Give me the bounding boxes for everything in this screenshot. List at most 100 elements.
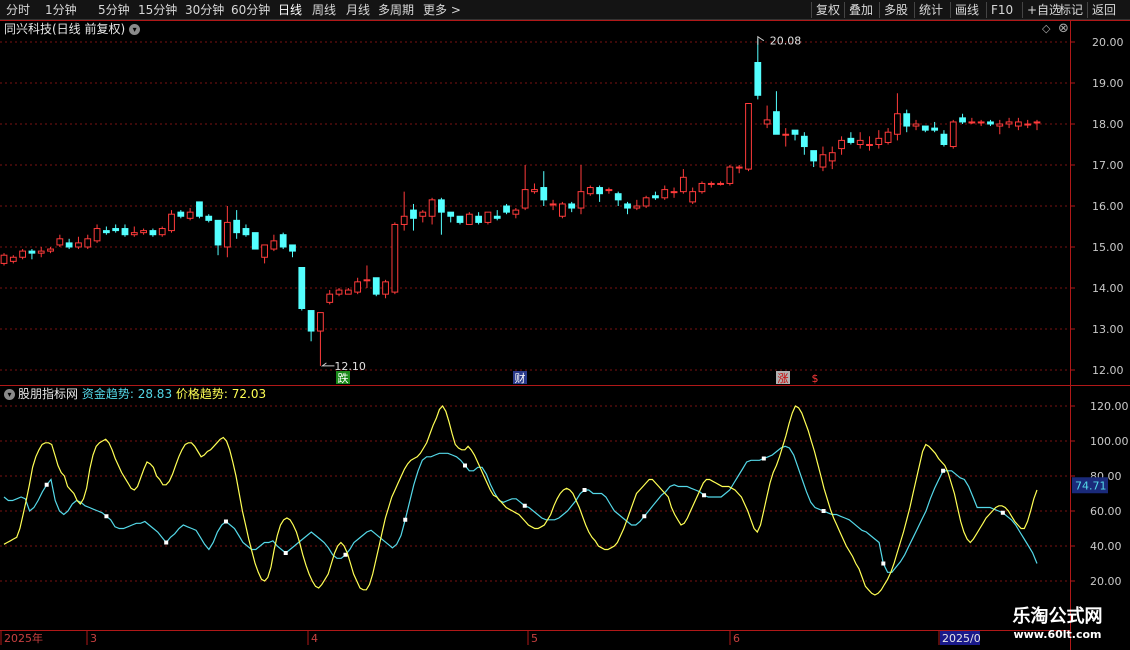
- price-tick-label: 12.00: [1092, 364, 1124, 377]
- candle-body: [391, 223, 399, 293]
- indicator-line: [3, 405, 1038, 596]
- candle-body: [847, 137, 855, 143]
- candle-body: [438, 199, 445, 213]
- price-axis: 12.00 13.00 14.00 15.00 16.00 17.00 18.00 19.00…: [1070, 36, 1129, 588]
- candle-body: [177, 211, 185, 217]
- candle-body: [596, 187, 603, 195]
- price-trend-label: 价格趋势:: [175, 387, 228, 401]
- candle-body: [670, 191, 678, 194]
- indicator-marker: [104, 514, 109, 519]
- candle-body: [121, 228, 129, 236]
- price-trend-value: 72.03: [231, 387, 267, 401]
- candle-body: [894, 113, 901, 135]
- candle-body: [158, 228, 166, 236]
- candle-body: [791, 129, 799, 135]
- indicator-marker: [403, 517, 408, 522]
- price-tick-label: 20.00: [1092, 36, 1124, 49]
- candle-body: [140, 230, 147, 234]
- watermark: 乐淘公式网 www.60lt.com: [990, 606, 1125, 642]
- indicator-marker: [582, 488, 587, 492]
- candle-body: [531, 189, 538, 193]
- high-price-label: 20.08: [770, 35, 802, 48]
- candle-body: [521, 189, 529, 209]
- candle-body: [745, 103, 752, 170]
- candle-body: [84, 238, 92, 248]
- candle-body: [717, 182, 724, 185]
- candle-body: [512, 209, 520, 215]
- candle-body: [586, 187, 594, 195]
- candle-body: [93, 228, 101, 242]
- candle-body: [828, 152, 836, 162]
- candle-body: [130, 232, 138, 236]
- high-marker: [757, 35, 765, 45]
- low-marker: [320, 362, 335, 367]
- indicator-tick-label: 60.00: [1090, 505, 1122, 518]
- price-tick-label: 13.00: [1092, 323, 1124, 336]
- candle-body: [959, 117, 966, 123]
- candle-body: [987, 121, 994, 125]
- candle-body: [819, 154, 827, 168]
- candle-body: [921, 125, 929, 131]
- candle-body: [484, 211, 492, 223]
- candlestick-series: 20.08 12.10跌 财 涨 $: [0, 35, 1041, 385]
- candle-body: [102, 230, 110, 234]
- candle-body: [503, 205, 510, 213]
- watermark-url: www.60lt.com: [1013, 628, 1102, 641]
- candle-body: [1015, 121, 1022, 127]
- event-marker-label: $: [812, 372, 819, 385]
- event-marker-label: 财: [515, 371, 526, 385]
- candle-body: [931, 127, 939, 131]
- candle-body: [782, 133, 790, 136]
- indicator-name: 股朋指标网: [18, 387, 79, 401]
- grid-layer: [0, 20, 1130, 650]
- candle-body: [875, 137, 883, 146]
- time-label: 5: [531, 632, 538, 645]
- candle-body: [37, 250, 45, 254]
- candle-body: [344, 289, 352, 295]
- candle-body: [19, 250, 26, 258]
- candle-body: [903, 113, 911, 127]
- event-marker-label: 涨: [778, 372, 789, 385]
- candle-body: [558, 203, 566, 217]
- candle-body: [28, 250, 36, 254]
- close-icon[interactable]: ⊗: [1058, 21, 1069, 36]
- indicator-title: ▾ 股朋指标网 资金趋势: 28.83 价格趋势: 72.03: [4, 386, 266, 402]
- candle-body: [475, 215, 483, 223]
- candle-body: [773, 111, 780, 135]
- candle-body: [633, 205, 641, 209]
- candle-body: [577, 191, 585, 209]
- candle-body: [196, 201, 203, 217]
- candle-body: [428, 199, 436, 217]
- candle-body: [317, 312, 324, 332]
- candle-body: [75, 242, 82, 248]
- indicator-menu-button[interactable]: ▾: [4, 389, 15, 400]
- candle-body: [800, 135, 808, 148]
- indicator-series: [3, 405, 1038, 596]
- candle-body: [642, 197, 650, 207]
- candle-body: [689, 191, 697, 203]
- candle-body: [410, 209, 417, 219]
- time-axis: 2025年 3 4 5 6 2025/0: [0, 631, 981, 645]
- indicator-marker: [283, 551, 288, 555]
- candle-body: [661, 189, 669, 199]
- candle-body: [568, 203, 576, 209]
- price-tick-label: 14.00: [1092, 282, 1124, 295]
- candle-body: [298, 267, 306, 309]
- candle-body: [382, 281, 389, 295]
- diamond-icon[interactable]: ◇: [1042, 22, 1050, 35]
- indicator-marker: [881, 561, 886, 566]
- candle-body: [447, 211, 455, 217]
- current-value-label: 74.71: [1075, 479, 1107, 492]
- time-label: 3: [90, 632, 97, 645]
- title-menu-button[interactable]: ▾: [129, 24, 141, 35]
- candle-body: [866, 144, 873, 146]
- candle-body: [214, 219, 222, 246]
- candle-body: [465, 213, 473, 225]
- candle-body: [810, 150, 818, 162]
- candle-body: [652, 195, 659, 199]
- candle-body: [940, 133, 948, 145]
- candle-body: [186, 211, 194, 219]
- price-tick-label: 15.00: [1092, 241, 1124, 254]
- indicator-line: [3, 445, 1038, 573]
- candle-body: [307, 310, 315, 332]
